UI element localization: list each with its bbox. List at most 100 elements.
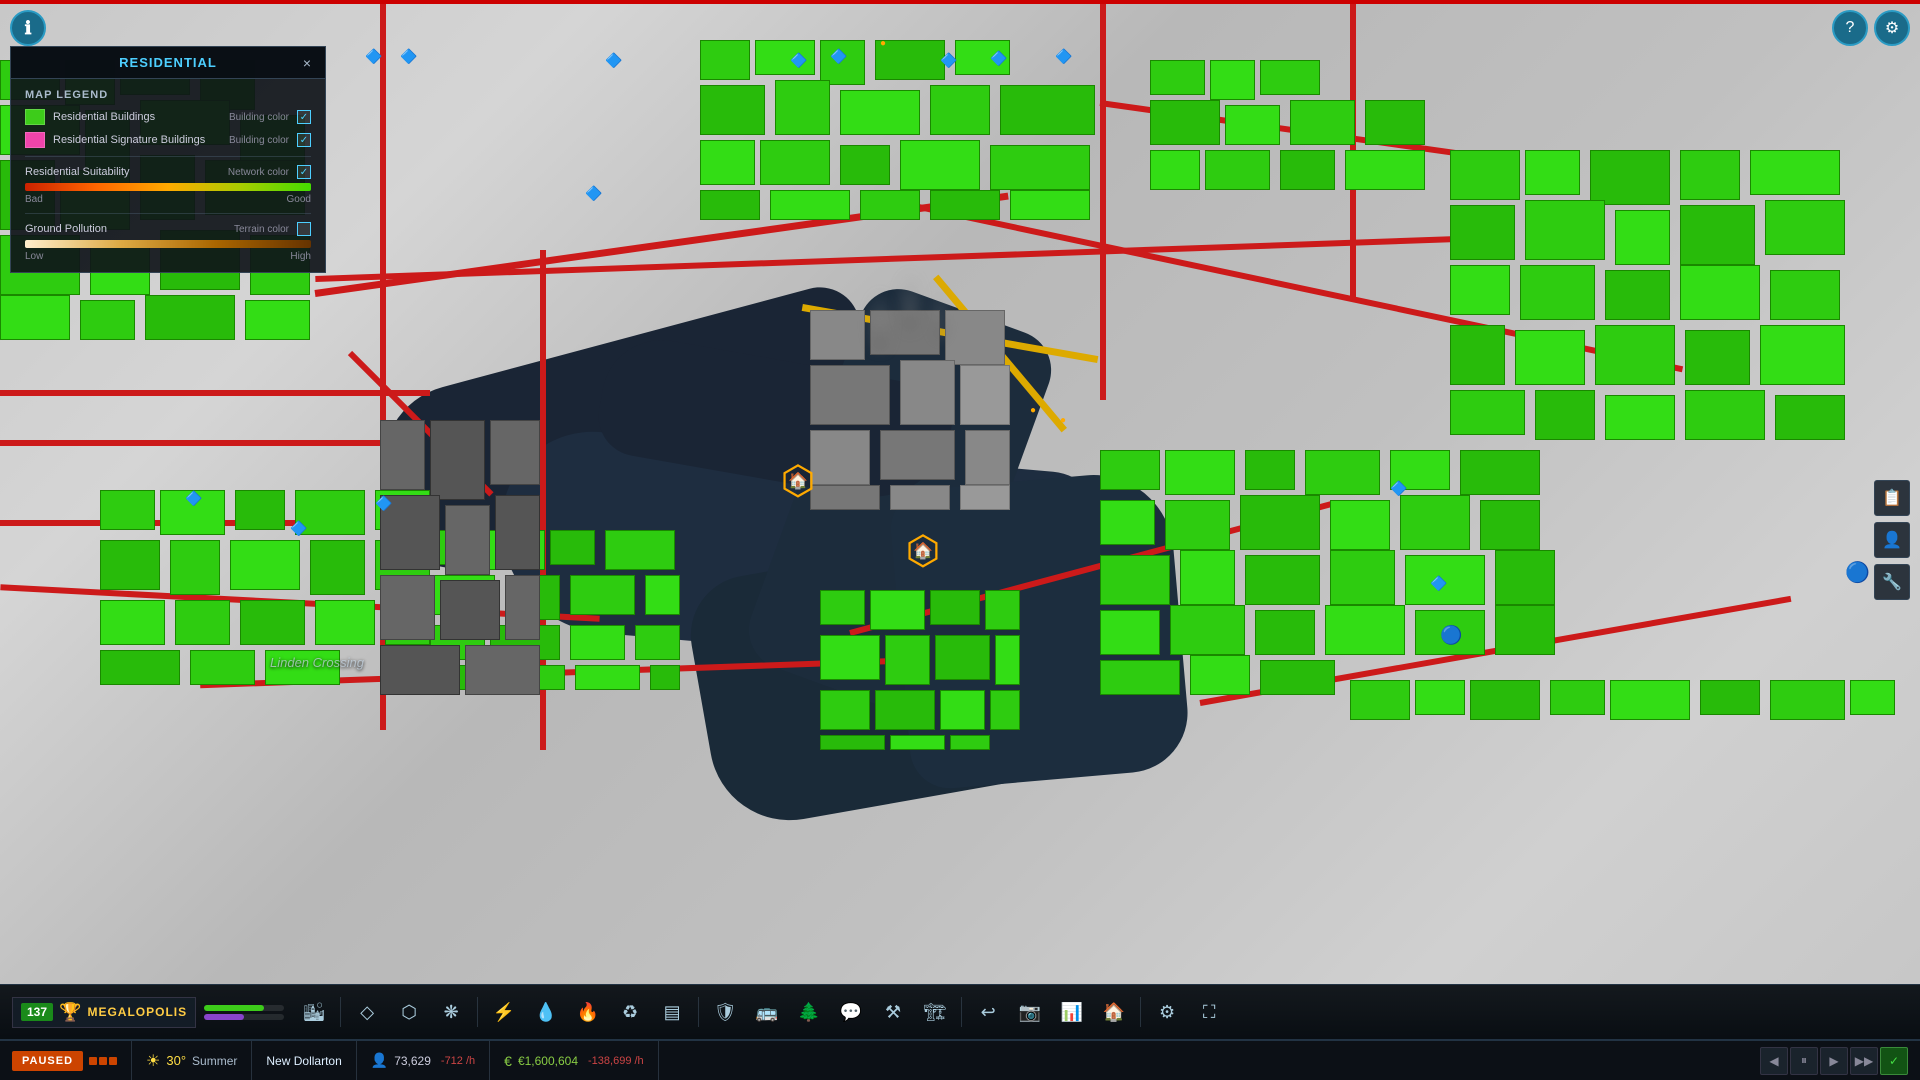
top-border: [0, 0, 1920, 4]
map-info-marker-5: 🔷: [830, 48, 847, 65]
legend-title: RESIDENTIAL: [119, 55, 217, 70]
res-cluster-lower-center-right: [820, 590, 1020, 750]
progress-bars: [204, 1005, 284, 1020]
tb-icon-nature[interactable]: ❋: [431, 992, 471, 1032]
tb-icon-chat[interactable]: 💬: [831, 992, 871, 1032]
tb-icon-police[interactable]: 🛡: [705, 992, 745, 1032]
map-info-marker-4: 🔷: [790, 52, 807, 69]
legend-checkbox-suitability[interactable]: [297, 165, 311, 179]
speed-dot-1: [89, 1057, 97, 1065]
legend-checkbox-sig-buildings[interactable]: [297, 133, 311, 147]
status-money-section: € €1,600,604 -138,699 /h: [490, 1041, 659, 1080]
help-button[interactable]: ?: [1832, 10, 1868, 46]
tb-icon-park[interactable]: 🌲: [789, 992, 829, 1032]
legend-body: MAP LEGEND Residential Buildings Buildin…: [11, 79, 325, 272]
tb-icon-zone[interactable]: ◇: [347, 992, 387, 1032]
info-icon: ℹ: [25, 18, 32, 39]
tb-icon-map[interactable]: ▤: [652, 992, 692, 1032]
tb-icon-transport[interactable]: 🚌: [747, 992, 787, 1032]
hex-marker-2[interactable]: 🏠: [903, 528, 943, 574]
legend-section-suitability: Residential Suitability Network color Ba…: [25, 165, 311, 205]
status-city-section: New Dollarton: [252, 1041, 356, 1080]
rt-icon-1[interactable]: 📋: [1874, 480, 1910, 516]
tb-separator-4: [961, 997, 962, 1027]
legend-sublabel-res-buildings: Building color: [229, 112, 289, 123]
progress-bar-outer-2: [204, 1014, 284, 1020]
tb-separator-2: [477, 997, 478, 1027]
map-orange-marker-3: ●: [1060, 415, 1066, 426]
money-display: €1,600,604: [518, 1054, 578, 1068]
res-cluster-far-right: [1450, 150, 1900, 450]
road-h-2: [0, 390, 430, 396]
money-icon: €: [504, 1053, 512, 1069]
info-button-topleft[interactable]: ℹ: [10, 10, 46, 46]
right-toolbar: 📋 👤 🔧: [1874, 480, 1910, 600]
speed-dot-2: [99, 1057, 107, 1065]
tb-icon-undo[interactable]: ↩: [968, 992, 1008, 1032]
population-change-display: -712 /h: [441, 1055, 475, 1067]
city-name-badge: MEGALOPOLIS: [87, 1005, 187, 1019]
tb-separator-5: [1140, 997, 1141, 1027]
pollution-high-label: High: [290, 251, 311, 262]
bottom-toolbar: 137 🏆 MEGALOPOLIS 🏙 ◇ ⬡ ❋ ⚡ 💧 🔥 ♻ ▤ 🛡 🚌 …: [0, 984, 1920, 1040]
status-btn-left[interactable]: ◀: [1760, 1047, 1788, 1075]
tb-icon-shovel[interactable]: ⚒: [873, 992, 913, 1032]
tb-icon-city[interactable]: 🏙: [294, 992, 334, 1032]
tb-icon-house[interactable]: 🏠: [1094, 992, 1134, 1032]
legend-color-sig-buildings: [25, 132, 45, 148]
tb-icon-chart[interactable]: 📊: [1052, 992, 1092, 1032]
suitability-good-label: Good: [287, 194, 311, 205]
status-btn-right[interactable]: ▶: [1820, 1047, 1848, 1075]
tb-icon-electricity[interactable]: ⚡: [484, 992, 524, 1032]
legend-section-pollution: Ground Pollution Terrain color Low High: [25, 222, 311, 262]
suitability-bar-labels: Bad Good: [25, 194, 311, 205]
city-name-status: New Dollarton: [266, 1054, 341, 1068]
status-weather-section: ☀ 30° Summer: [132, 1041, 252, 1080]
tb-icon-fullscreen[interactable]: ⛶: [1189, 992, 1229, 1032]
speed-dot-3: [109, 1057, 117, 1065]
map-info-marker-9: 🔷: [585, 185, 602, 202]
legend-checkbox-res-buildings[interactable]: [297, 110, 311, 124]
legend-section-title: MAP LEGEND: [25, 89, 311, 101]
res-cluster-far-right-bottom: [1350, 680, 1900, 740]
money-change-display: -138,699 /h: [588, 1055, 644, 1067]
rt-icon-3[interactable]: 🔧: [1874, 564, 1910, 600]
status-btn-pause-small[interactable]: ⏸: [1790, 1047, 1818, 1075]
map-info-marker-3: 🔷: [605, 52, 622, 69]
status-bar: PAUSED ☀ 30° Summer New Dollarton 👤 73,6…: [0, 1040, 1920, 1080]
res-cluster-lower-right: [1100, 450, 1600, 700]
map-orange-marker-2: ●: [1030, 405, 1036, 416]
hex-marker-1[interactable]: 🏠: [778, 458, 818, 504]
map-info-marker-8: 🔷: [1055, 48, 1072, 65]
legend-sublabel-pollution: Terrain color: [234, 224, 289, 235]
industrial-area: [810, 310, 1010, 510]
map-info-marker-14: 🔷: [1430, 575, 1447, 592]
tb-icon-water[interactable]: 💧: [526, 992, 566, 1032]
map-info-marker-12: 🔷: [375, 495, 392, 512]
status-btn-check[interactable]: ✓: [1880, 1047, 1908, 1075]
settings-button-top[interactable]: ⚙: [1874, 10, 1910, 46]
res-cluster-topright: [1150, 60, 1430, 200]
rt-icon-2[interactable]: 👤: [1874, 522, 1910, 558]
map-side-marker-1: 🔵: [1845, 560, 1870, 585]
tb-icon-fire[interactable]: 🔥: [568, 992, 608, 1032]
map-info-marker-7: 🔷: [990, 50, 1007, 67]
tb-icon-settings-tb[interactable]: ⚙: [1147, 992, 1187, 1032]
status-btn-double-right[interactable]: ▶▶: [1850, 1047, 1878, 1075]
legend-close-button[interactable]: ×: [297, 53, 317, 73]
progress-bar-green: [204, 1005, 264, 1011]
population-display: 73,629: [394, 1054, 431, 1068]
status-right-buttons: ◀ ⏸ ▶ ▶▶ ✓: [1760, 1047, 1908, 1075]
tb-icon-construct[interactable]: 🏗: [915, 992, 955, 1032]
city-population-badge: 137: [21, 1003, 53, 1021]
tb-icon-road[interactable]: ⬡: [389, 992, 429, 1032]
season-display: Summer: [192, 1054, 237, 1068]
smoke-1: [870, 290, 890, 350]
tb-icon-recycle[interactable]: ♻: [610, 992, 650, 1032]
legend-label-sig-buildings: Residential Signature Buildings: [53, 134, 229, 146]
legend-checkbox-pollution[interactable]: [297, 222, 311, 236]
sun-icon: ☀: [146, 1051, 160, 1071]
tb-icon-camera[interactable]: 📷: [1010, 992, 1050, 1032]
pause-button[interactable]: PAUSED: [12, 1051, 83, 1071]
map-info-marker-13: 🔷: [1390, 480, 1407, 497]
